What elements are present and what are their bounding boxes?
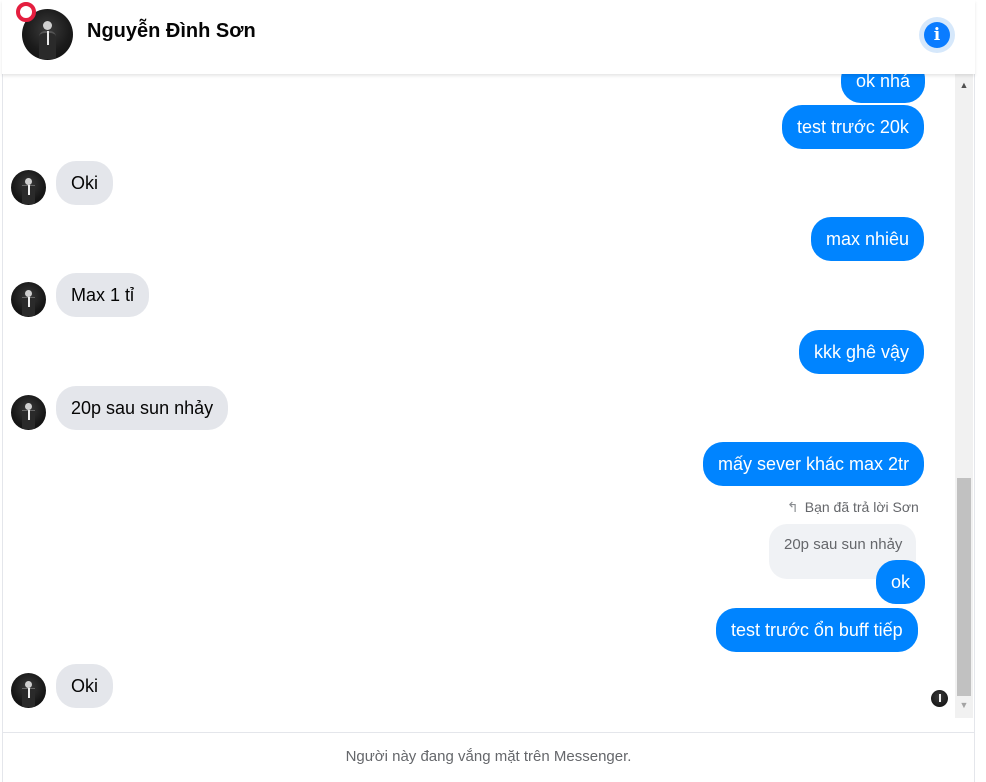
message-bubble-incoming[interactable]: Oki [56, 161, 113, 205]
status-badge-icon [16, 2, 36, 22]
message-bubble-outgoing[interactable]: test trước 20k [782, 105, 924, 149]
scroll-thumb[interactable] [957, 478, 971, 696]
message-bubble-outgoing[interactable]: ok [876, 560, 926, 604]
sender-avatar[interactable] [11, 170, 46, 205]
reply-label-text: Bạn đã trả lời Sơn [804, 499, 919, 515]
message-bubble-outgoing[interactable]: test trước ổn buff tiếp [716, 608, 918, 652]
message-bubble-incoming[interactable]: 20p sau sun nhảy [56, 386, 229, 430]
sender-avatar[interactable] [11, 395, 46, 430]
message-bubble-incoming[interactable]: Oki [56, 664, 113, 708]
info-icon: i [924, 22, 950, 48]
contact-name[interactable]: Nguyễn Đình Sơn [87, 20, 256, 43]
message-bubble-outgoing[interactable]: ok nhá [841, 74, 926, 103]
message-bubble-outgoing[interactable]: max nhiêu [811, 217, 925, 261]
seen-receipt-avatar [931, 690, 948, 707]
scroll-down-arrow-icon[interactable]: ▼ [955, 700, 973, 710]
footer-status: Người này đang vắng mặt trên Messenger. [2, 732, 975, 782]
chat-header: Nguyễn Đình Sơn i [2, 0, 975, 74]
scroll-up-arrow-icon[interactable]: ▲ [955, 80, 973, 90]
sender-avatar[interactable] [11, 282, 46, 317]
message-bubble-incoming[interactable]: Max 1 tỉ [56, 273, 150, 317]
message-bubble-outgoing[interactable]: mấy sever khác max 2tr [703, 442, 925, 486]
scrollbar[interactable]: ▲ ▼ [955, 74, 973, 718]
reply-label: ↰ Bạn đã trả lời Sơn [787, 499, 919, 516]
message-list: ok nhá test trước 20k Oki max nhiêu Max … [2, 74, 955, 732]
reply-arrow-icon: ↰ [787, 499, 799, 515]
sender-avatar[interactable] [11, 673, 46, 708]
info-button[interactable]: i [919, 17, 955, 53]
message-bubble-outgoing[interactable]: kkk ghê vậy [799, 330, 925, 374]
